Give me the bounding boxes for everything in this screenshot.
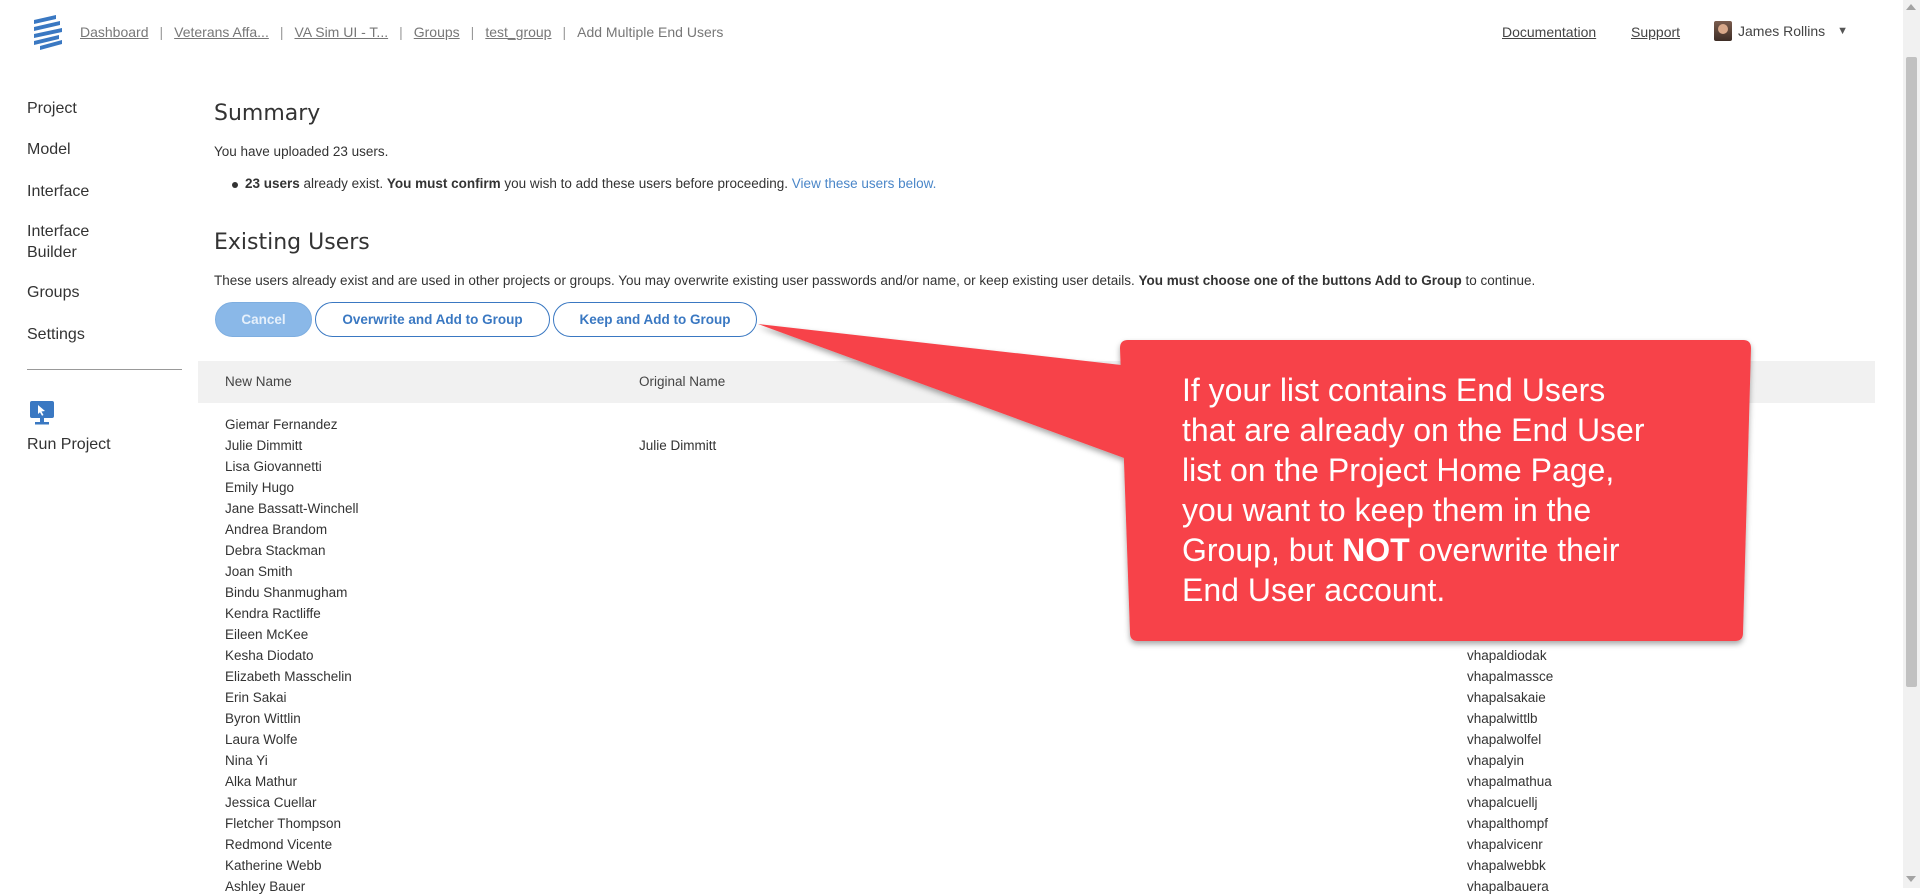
user-name: James Rollins <box>1738 23 1826 39</box>
cell-new-name: Erin Sakai <box>225 690 287 705</box>
breadcrumb-current: Add Multiple End Users <box>577 24 724 40</box>
cell-username: vhapalwittlb <box>1467 711 1538 726</box>
column-header-original-name: Original Name <box>639 374 726 389</box>
existing-users-description: These users already exist and are used i… <box>214 273 1535 288</box>
breadcrumb-separator: | <box>279 24 284 40</box>
cell-new-name: Joan Smith <box>225 564 293 579</box>
cell-username: vhapalmassce <box>1467 669 1554 684</box>
callout-line: that are already on the End User <box>1182 412 1645 448</box>
cell-new-name: Elizabeth Masschelin <box>225 669 352 684</box>
sidebar-item-settings[interactable]: Settings <box>27 324 85 345</box>
user-count: 23 users <box>245 176 300 191</box>
sidebar-item-model[interactable]: Model <box>27 139 71 160</box>
breadcrumb-separator: | <box>562 24 567 40</box>
sidebar-item-run-project[interactable]: Run Project <box>27 434 111 455</box>
cell-username: vhapalvicenr <box>1467 837 1543 852</box>
cell-new-name: Jessica Cuellar <box>225 795 317 810</box>
callout-text-part: overwrite their <box>1409 532 1620 568</box>
notice-text: already exist. <box>299 176 387 191</box>
breadcrumb-separator: | <box>470 24 475 40</box>
sidebar-item-project[interactable]: Project <box>27 98 77 119</box>
callout-line: End User account. <box>1182 572 1446 608</box>
cell-new-name: Andrea Brandom <box>225 522 328 537</box>
cell-username: vhapalsakaie <box>1467 690 1546 705</box>
callout-bold: NOT <box>1342 532 1410 568</box>
cell-new-name: Kendra Ractliffe <box>225 606 321 621</box>
cell-username: vhapalyin <box>1467 753 1525 768</box>
cell-new-name: Alka Mathur <box>225 774 298 789</box>
view-users-link[interactable]: View these users below. <box>792 176 937 191</box>
breadcrumb-separator: | <box>159 24 164 40</box>
cancel-button[interactable]: Cancel <box>215 302 312 337</box>
sidebar-divider <box>27 369 182 370</box>
breadcrumb-separator: | <box>399 24 403 40</box>
cell-new-name: Fletcher Thompson <box>225 816 342 831</box>
summary-title: Summary <box>214 101 321 126</box>
cell-username: vhapalwebbk <box>1467 858 1546 873</box>
uploaded-text: You have uploaded 23 users. <box>214 144 389 159</box>
breadcrumb-project[interactable]: Veterans Affa... <box>174 24 269 40</box>
support-link[interactable]: Support <box>1631 24 1680 40</box>
cell-username: vhapalcuellj <box>1467 795 1538 810</box>
cell-new-name: Julie Dimmitt <box>225 438 303 453</box>
overwrite-and-add-button[interactable]: Overwrite and Add to Group <box>315 302 550 337</box>
cell-new-name: Kesha Diodato <box>225 648 314 663</box>
cell-username: vhapalmathua <box>1467 774 1552 789</box>
cell-original-name: Julie Dimmitt <box>639 438 717 453</box>
breadcrumb-groups[interactable]: Groups <box>414 24 460 40</box>
documentation-link[interactable]: Documentation <box>1502 24 1596 40</box>
existing-users-notice: 23 users already exist. You must confirm… <box>231 176 937 191</box>
cell-new-name: Ashley Bauer <box>225 879 306 894</box>
cell-username: vhapalwolfel <box>1467 732 1542 747</box>
breadcrumb-group[interactable]: test_group <box>485 24 551 40</box>
cell-username: vhapalthompf <box>1467 816 1549 831</box>
callout-line: Group, but NOT overwrite their <box>1182 530 1722 570</box>
cell-username: vhapalbauera <box>1467 879 1549 894</box>
callout-line: you want to keep them in the <box>1182 492 1592 528</box>
callout-text: If your list contains End Users that are… <box>1182 370 1722 610</box>
scrollbar-thumb[interactable] <box>1906 57 1917 687</box>
cell-new-name: Byron Wittlin <box>225 711 301 726</box>
cell-new-name: Laura Wolfe <box>225 732 298 747</box>
sidebar-item-groups[interactable]: Groups <box>27 282 79 303</box>
scroll-up-arrow-icon[interactable] <box>1906 4 1916 10</box>
run-project-icon[interactable] <box>29 400 55 426</box>
cell-new-name: Emily Hugo <box>225 480 295 495</box>
cell-new-name: Katherine Webb <box>225 858 322 873</box>
chevron-down-icon: ▼ <box>1837 25 1849 37</box>
breadcrumb-dashboard[interactable]: Dashboard <box>80 24 149 40</box>
scroll-down-arrow-icon[interactable] <box>1906 876 1916 882</box>
cell-username: vhapaldiodak <box>1467 648 1547 663</box>
description-end: to continue. <box>1461 273 1536 288</box>
notice-bold: You must confirm <box>386 176 501 191</box>
keep-and-add-button[interactable]: Keep and Add to Group <box>553 302 757 337</box>
cell-new-name: Lisa Giovannetti <box>225 459 322 474</box>
sidebar-item-interface-builder[interactable]: Interface Builder <box>27 221 117 263</box>
column-header-new-name: New Name <box>225 374 292 389</box>
user-menu[interactable]: James Rollins ▼ <box>1714 21 1848 41</box>
description-bold: You must choose one of the buttons Add t… <box>1138 273 1462 288</box>
breadcrumb: Dashboard | Veterans Affa... | VA Sim UI… <box>80 24 723 40</box>
cell-new-name: Debra Stackman <box>225 543 326 558</box>
callout-line: If your list contains End Users <box>1182 372 1606 408</box>
callout-line: list on the Project Home Page, <box>1182 452 1615 488</box>
existing-users-title: Existing Users <box>214 230 370 255</box>
sidebar-item-interface[interactable]: Interface <box>27 181 89 202</box>
cell-new-name: Bindu Shanmugham <box>225 585 348 600</box>
cell-new-name: Jane Bassatt-Winchell <box>225 501 359 516</box>
cell-new-name: Giemar Fernandez <box>225 417 338 432</box>
cell-new-name: Eileen McKee <box>225 627 309 642</box>
cell-new-name: Nina Yi <box>225 753 268 768</box>
cell-new-name: Redmond Vicente <box>225 837 333 852</box>
avatar <box>1714 21 1732 41</box>
breadcrumb-subproject[interactable]: VA Sim UI - T... <box>294 24 388 40</box>
notice-text-after: you wish to add these users before proce… <box>500 176 792 191</box>
description-text: These users already exist and are used i… <box>214 273 1139 288</box>
callout-text-part: Group, but <box>1182 532 1343 568</box>
app-logo-icon[interactable] <box>31 14 65 50</box>
